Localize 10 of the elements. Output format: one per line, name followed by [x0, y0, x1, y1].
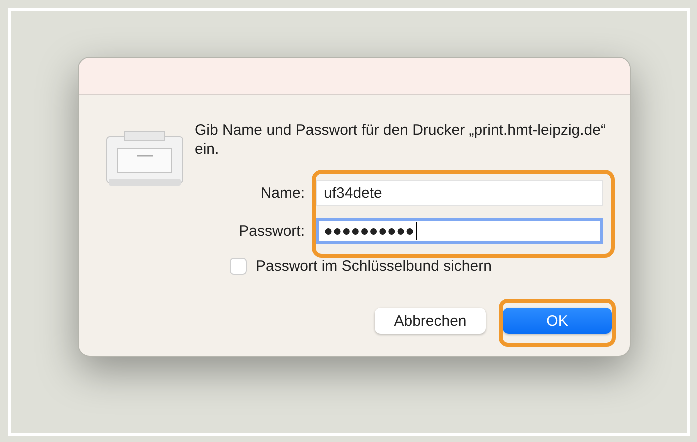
checkbox-label: Passwort im Schlüsselbund sichern [256, 258, 492, 275]
field-label: Passwort: [238, 222, 306, 240]
prompt-message: Gib Name und Passwort für den Drucker „print.hmt-leipzig.de“ ein. [195, 121, 607, 159]
password-field[interactable]: ●●●●●●●●●● [316, 218, 603, 244]
ok-button[interactable]: OK [503, 308, 612, 334]
checkbox[interactable] [230, 258, 247, 275]
name-field[interactable]: uf34dete [316, 180, 603, 206]
field-label: Name: [260, 184, 306, 202]
cancel-button[interactable]: Abbrechen [375, 308, 486, 334]
printer-icon [105, 129, 185, 189]
